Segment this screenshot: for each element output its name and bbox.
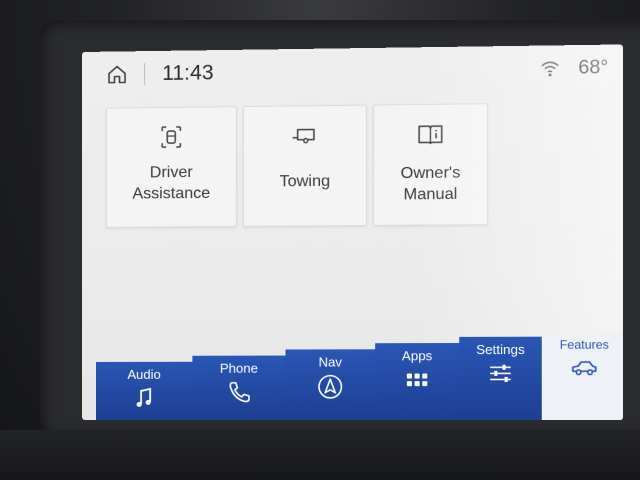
nav-label: Phone (219, 360, 258, 376)
tile-owners-manual[interactable]: Owner's Manual (373, 103, 489, 226)
dashboard-trim (0, 430, 640, 480)
apps-grid-icon (406, 373, 428, 387)
home-button[interactable] (104, 61, 130, 87)
book-icon (417, 121, 444, 148)
nav-audio[interactable]: Audio (95, 361, 194, 421)
driver-assist-icon (160, 125, 181, 148)
home-icon (108, 65, 126, 84)
wifi-icon (540, 60, 561, 77)
nav-label: Settings (476, 341, 525, 358)
phone-icon (226, 380, 252, 404)
tile-label: Driver Assistance (132, 163, 211, 203)
music-note-icon (136, 386, 157, 410)
nav-label: Audio (127, 366, 161, 382)
status-bar: 11:43 68° (82, 44, 623, 98)
nav-features[interactable]: Features (541, 332, 623, 421)
settings-sliders-icon (487, 361, 514, 385)
tile-driver-assistance[interactable]: Driver Assistance (106, 106, 237, 228)
outside-temperature: 68° (578, 56, 609, 79)
nav-phone[interactable]: Phone (192, 355, 287, 421)
nav-settings[interactable]: Settings (459, 336, 543, 421)
nav-label: Nav (318, 354, 343, 370)
tile-towing[interactable]: Towing (242, 104, 367, 227)
nav-navigation[interactable]: Nav (285, 349, 377, 421)
nav-label: Apps (401, 348, 433, 364)
navigation-compass-icon (317, 374, 343, 400)
tile-label: Owner's Manual (400, 164, 461, 204)
nav-label: Features (559, 337, 609, 352)
status-divider (144, 63, 146, 86)
vehicle-features-icon (571, 356, 598, 381)
tile-label: Towing (279, 172, 331, 191)
nav-apps[interactable]: Apps (375, 343, 461, 421)
infotainment-screen: 11:43 68° Driver Assistance Towing Owner… (82, 44, 623, 421)
trailer-icon (292, 122, 318, 149)
clock: 11:43 (162, 61, 214, 85)
bottom-nav-bar: Audio Phone Nav Apps Settings Features (95, 332, 623, 421)
